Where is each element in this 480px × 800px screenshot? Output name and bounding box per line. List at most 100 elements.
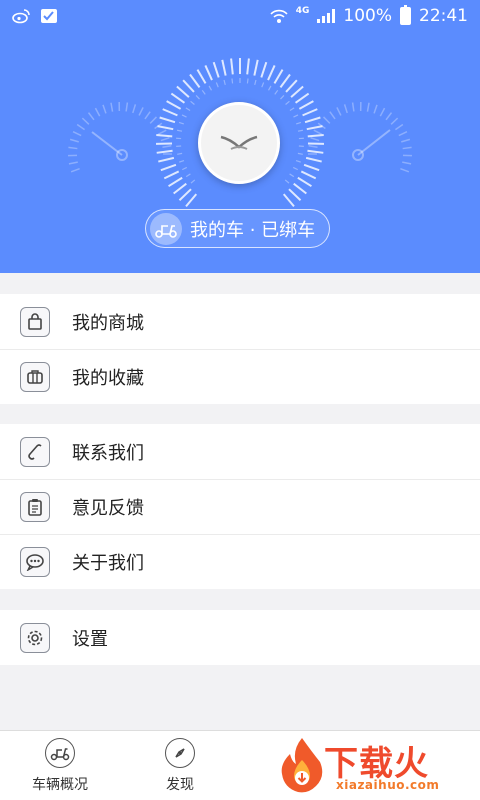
gauge-tick — [351, 102, 355, 112]
gauge-tick — [294, 92, 310, 104]
status-bar: 4G 100% 22:41 — [0, 0, 480, 32]
avatar[interactable] — [198, 102, 280, 184]
gauge-tick — [204, 65, 213, 81]
gauge-tick — [295, 159, 301, 163]
gauge-tick — [289, 107, 295, 112]
gauge-tick — [156, 149, 173, 154]
gauge-tick — [81, 117, 90, 125]
gauge-tick — [285, 100, 290, 105]
menu-item-feedback[interactable]: 意见反馈 — [0, 479, 480, 534]
menu-item-contact[interactable]: 联系我们 — [0, 424, 480, 479]
gauge-tick — [307, 149, 324, 154]
gauge-tick — [274, 89, 279, 95]
gauge-tick — [159, 116, 176, 124]
briefcase-icon — [20, 361, 50, 392]
network-type: 4G — [295, 6, 310, 16]
tab-vehicle-overview[interactable]: 车辆概况 — [0, 731, 120, 800]
gauge-tick — [76, 123, 86, 131]
my-car-button[interactable]: 我的车 · 已绑车 — [145, 209, 331, 248]
menu-item-label: 我的收藏 — [72, 367, 144, 389]
gauge-tick — [293, 114, 299, 118]
gauge-tick — [212, 61, 220, 78]
gauge-tick — [68, 161, 78, 165]
gauge-tick — [231, 78, 234, 84]
gauge-tick — [87, 112, 95, 121]
profile-header: 我的车 · 已绑车 — [0, 32, 480, 273]
menu-item-favorites[interactable]: 我的收藏 — [0, 349, 480, 404]
gauge-tick — [290, 85, 304, 98]
gauge-tick — [138, 107, 144, 116]
gauge-tick — [162, 108, 178, 117]
gauge-tick — [305, 156, 322, 163]
gauge-tick — [221, 59, 227, 76]
gauge-tick — [246, 58, 250, 75]
gauge-tick — [329, 111, 336, 120]
gauge-tick — [173, 182, 187, 195]
gauge-tick — [69, 138, 79, 143]
gauge-needle — [91, 131, 123, 156]
gauge-tick — [158, 156, 175, 163]
gauge-tick — [293, 182, 307, 195]
gauge-tick — [144, 111, 151, 120]
scooter-icon — [45, 738, 75, 768]
tab-label: 发现 — [166, 777, 194, 793]
gauge-tick — [401, 138, 411, 143]
default-avatar-icon — [220, 135, 258, 150]
gauge-tick — [163, 170, 180, 180]
scooter-icon — [150, 212, 182, 245]
gauge-tick — [190, 179, 196, 184]
gauge-tick — [295, 121, 302, 125]
gauge-tick — [267, 65, 276, 81]
gauge-tick — [125, 102, 129, 112]
gauge-tick — [195, 95, 200, 100]
gauge-tick — [288, 188, 302, 201]
gauge-tick — [297, 176, 312, 188]
gauge-tick — [208, 85, 213, 91]
phone-icon — [20, 436, 50, 467]
gauge-tick — [282, 193, 295, 207]
gauge-tick — [254, 79, 257, 86]
gauge-tick — [336, 107, 342, 116]
clock: 22:41 — [419, 6, 468, 26]
gauge-tick — [176, 85, 190, 98]
compass-icon — [165, 738, 195, 768]
gauge-tick — [343, 104, 348, 114]
gauge-tick — [160, 163, 177, 172]
gauge-tick — [398, 130, 408, 137]
gauge-tick — [308, 145, 318, 148]
menu-item-mall[interactable]: 我的商城 — [0, 294, 480, 349]
gauge-tick — [190, 100, 195, 105]
menu-group-shop: 我的商城 我的收藏 — [0, 294, 480, 404]
flame-logo-icon — [281, 738, 323, 793]
gear-icon — [20, 622, 50, 653]
menu-item-settings[interactable]: 设置 — [0, 610, 480, 665]
gauge-tick — [302, 108, 318, 117]
gauge-tick — [168, 176, 183, 188]
gauge-tick — [201, 89, 206, 95]
gauge-tick — [390, 117, 399, 125]
tab-discover[interactable]: 发现 — [120, 731, 240, 800]
gauge-tick — [402, 146, 412, 150]
gauge-tick — [162, 145, 172, 148]
gauge-tick — [385, 112, 393, 121]
gauge-tick — [306, 125, 323, 131]
gauge-tick — [94, 107, 101, 117]
battery-percent: 100% — [343, 6, 392, 26]
gauge-tick — [280, 95, 285, 100]
gauge-tick — [373, 104, 378, 114]
gauge-tick — [68, 146, 78, 150]
gauge-tick — [110, 102, 114, 112]
gauge-tick — [70, 168, 80, 173]
gauge-tick — [223, 79, 226, 86]
gauge-tick — [72, 130, 82, 137]
gauge-tick — [182, 79, 195, 93]
gauge-tick — [285, 79, 298, 93]
menu-item-about[interactable]: 关于我们 — [0, 534, 480, 589]
watermark-logo: 下载火 xiazaihuo.com — [280, 734, 472, 796]
menu-group-settings: 设置 — [0, 610, 480, 665]
gauge-tick — [313, 129, 323, 135]
gauge-tick — [196, 69, 207, 84]
gauge-tick — [366, 102, 370, 112]
gauge-tick — [102, 104, 107, 114]
menu-item-label: 关于我们 — [72, 552, 144, 574]
